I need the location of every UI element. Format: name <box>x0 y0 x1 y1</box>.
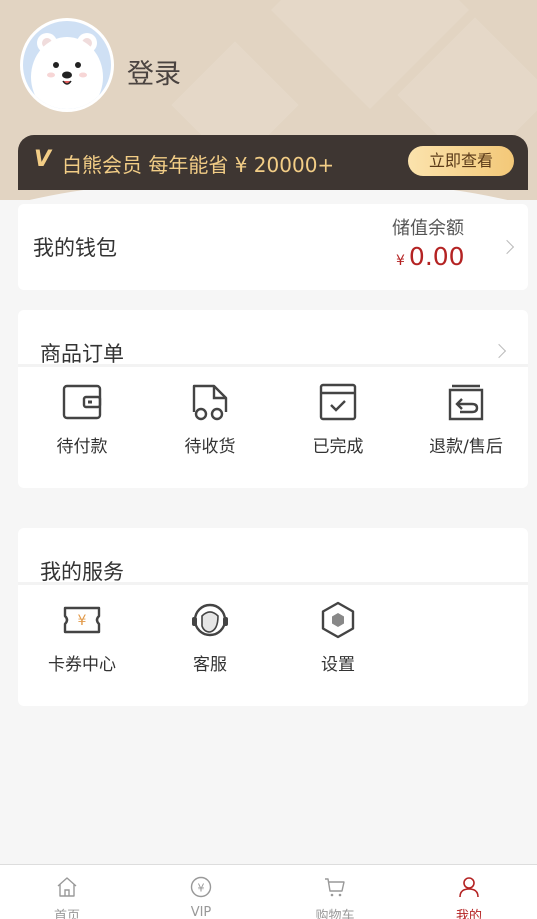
currency-symbol: ¥ <box>396 253 405 269</box>
truck-icon <box>192 384 228 421</box>
chevron-right-icon <box>499 239 515 255</box>
divider <box>18 364 528 367</box>
wallet-card[interactable]: 我的钱包 储值余额 ¥0.00 <box>18 204 528 290</box>
service-item-label: 设置 <box>321 655 355 675</box>
balance-value: ¥0.00 <box>396 242 465 271</box>
balance-label: 储值余额 <box>392 218 464 239</box>
service-coupon-center[interactable]: ¥ 卡券中心 <box>18 600 146 680</box>
tab-label: 购物车 <box>315 909 355 919</box>
polar-bear-avatar-icon <box>31 33 103 109</box>
headset-icon <box>192 603 228 637</box>
login-link[interactable]: 登录 <box>127 52 181 91</box>
service-customer-support[interactable]: 客服 <box>146 600 274 680</box>
divider <box>18 582 528 585</box>
tab-mine[interactable]: 我的 <box>402 865 536 919</box>
order-item-label: 已完成 <box>312 437 364 457</box>
service-item-label: 客服 <box>193 655 227 675</box>
order-pending-payment[interactable]: 待付款 <box>18 382 146 462</box>
tab-label: 我的 <box>455 909 482 919</box>
vip-logo: V <box>34 147 52 172</box>
hexagon-settings-icon <box>321 601 355 639</box>
order-item-label: 退款/售后 <box>429 437 503 457</box>
order-completed[interactable]: 已完成 <box>274 382 402 462</box>
tab-label: 首页 <box>53 909 80 919</box>
tab-home[interactable]: 首页 <box>0 865 134 919</box>
return-box-icon <box>448 384 484 421</box>
yen-circle-icon: ¥ <box>190 876 212 898</box>
chevron-right-icon[interactable] <box>491 343 507 359</box>
profile-header: 登录 V 白熊会员 每年能省 ¥ 20000+ 立即查看 <box>0 0 537 200</box>
tab-label: VIP <box>190 905 212 919</box>
bottom-tab-bar: 首页 ¥ VIP 购物车 我的 <box>0 864 537 919</box>
order-item-label: 待收货 <box>184 437 236 457</box>
vip-promo-text: 白熊会员 每年能省 ¥ 20000+ <box>62 153 335 177</box>
order-refund-aftersale[interactable]: 退款/售后 <box>402 382 530 462</box>
services-card: 我的服务 ¥ 卡券中心 客服 设置 <box>18 528 528 706</box>
order-item-label: 待付款 <box>56 437 108 457</box>
check-box-icon <box>319 383 357 421</box>
home-icon <box>57 877 77 897</box>
wallet-icon <box>62 384 102 420</box>
user-icon <box>459 877 479 898</box>
cart-icon <box>325 878 345 897</box>
view-now-button[interactable]: 立即查看 <box>408 146 514 176</box>
tab-cart[interactable]: 购物车 <box>268 865 402 919</box>
orders-card: 商品订单 待付款 待收货 已完成 退款/售后 <box>18 310 528 488</box>
avatar[interactable] <box>20 18 114 112</box>
vip-membership-banner[interactable]: V 白熊会员 每年能省 ¥ 20000+ 立即查看 <box>18 135 528 190</box>
order-pending-receipt[interactable]: 待收货 <box>146 382 274 462</box>
svg-text:¥: ¥ <box>198 882 205 895</box>
svg-text:¥: ¥ <box>78 613 87 629</box>
tab-vip[interactable]: ¥ VIP <box>134 865 268 919</box>
service-settings[interactable]: 设置 <box>274 600 402 680</box>
wallet-title: 我的钱包 <box>33 236 117 260</box>
service-item-label: 卡券中心 <box>48 655 116 675</box>
balance-amount: 0.00 <box>408 242 465 271</box>
coupon-icon: ¥ <box>63 606 101 634</box>
